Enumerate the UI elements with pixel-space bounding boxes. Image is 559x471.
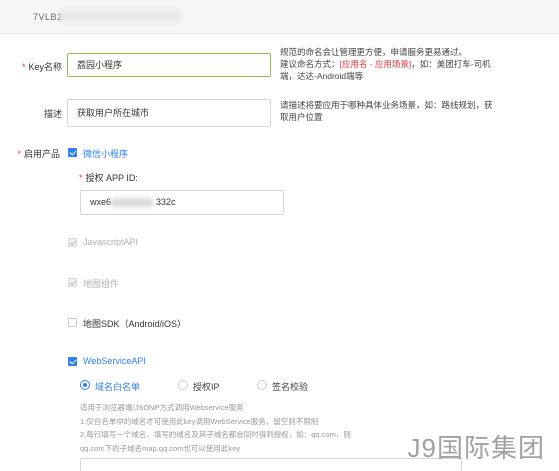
map-sdk-label[interactable]: 地图SDK（Android/iOS） — [83, 317, 186, 330]
domain-whitelist-label[interactable]: 域名白名单 — [95, 380, 140, 393]
webservice-desc-line1: 适用于浏览器端/JSONP方式调用Webservice服务 — [80, 403, 244, 412]
signature-check-label[interactable]: 签名校验 — [272, 380, 308, 393]
webservice-desc-line4: qq.com下的子域名map.qq.com也可以使用此key — [80, 443, 241, 453]
description-label: 描述 — [43, 109, 62, 119]
required-mark: * — [21, 62, 26, 72]
webservice-desc-line3: 2.每行填写一个域名，填写的域名及其子域名都会同时得到授权，如：qq.com，则 — [80, 430, 351, 439]
domain-whitelist-radio[interactable] — [80, 380, 90, 390]
description-hint: 请描述将要应用于哪种具体业务场景，如：路线规划，获 取用户位置 — [280, 99, 550, 123]
key-name-hint-line3: 端，达达-Android端等 — [280, 71, 364, 81]
mini-program-label[interactable]: 微信小程序 — [83, 147, 128, 160]
key-header-bar: 7VLB2 — [0, 0, 559, 34]
appid-value-prefix: wxe6 — [90, 197, 112, 207]
mini-program-checkbox[interactable] — [68, 148, 77, 157]
watermark-text: J9国际集团 — [407, 433, 545, 463]
key-name-label: * Key名称 — [14, 60, 62, 73]
webservice-desc-line2: 1.仅白名单中的域名才可使用此key调用WebService服务，留空则不限制 — [80, 416, 319, 426]
authorized-ip-label[interactable]: 授权IP — [193, 380, 220, 393]
appid-value-suffix: 332c — [156, 197, 176, 207]
appid-input[interactable]: wxe6 332c — [80, 190, 284, 215]
webservice-description: 适用于浏览器端/JSONP方式调用Webservice服务 1.仅白名单中的域名… — [80, 401, 460, 455]
key-name-hint: 规范的命名会让管理更方便，申请服务更易通过。 建议命名方式：[应用名 - 应用场… — [280, 46, 550, 82]
key-name-label-text: Key名称 — [28, 62, 62, 72]
description-hint-line2: 取用户位置 — [280, 112, 323, 122]
key-id-redacted — [60, 10, 180, 22]
appid-redacted — [111, 198, 153, 207]
javascript-api-label: JavascriptAPI — [83, 237, 139, 247]
map-sdk-checkbox[interactable] — [68, 318, 77, 327]
key-name-hint-line2: 建议命名方式：[应用名 - 应用场景]，如：美团打车-司机 — [280, 59, 491, 69]
map-component-label: 地图组件 — [83, 279, 120, 289]
javascript-api-checkbox — [68, 238, 77, 247]
domain-whitelist-textarea[interactable] — [80, 458, 462, 471]
key-name-input[interactable]: 荔园小程序 — [67, 53, 271, 77]
appid-label: * 授权 APP ID: — [79, 173, 138, 183]
map-component-checkbox — [68, 278, 77, 287]
description-input[interactable]: 获取用户所在城市 — [67, 99, 271, 127]
key-name-hint-line1: 规范的命名会让管理更方便，申请服务更易通过。 — [280, 47, 468, 57]
signature-check-radio[interactable] — [257, 380, 267, 390]
webservice-api-label[interactable]: WebServiceAPI — [83, 356, 146, 366]
webservice-api-checkbox[interactable] — [68, 357, 77, 366]
description-hint-line1: 请描述将要应用于哪种具体业务场景，如：路线规划，获 — [280, 100, 493, 110]
products-label: * 启用产品 — [17, 149, 60, 159]
authorized-ip-radio[interactable] — [178, 380, 188, 390]
key-id-text: 7VLB2 — [33, 12, 63, 22]
naming-pattern-highlight: [应用名 - 应用场景] — [339, 59, 412, 69]
